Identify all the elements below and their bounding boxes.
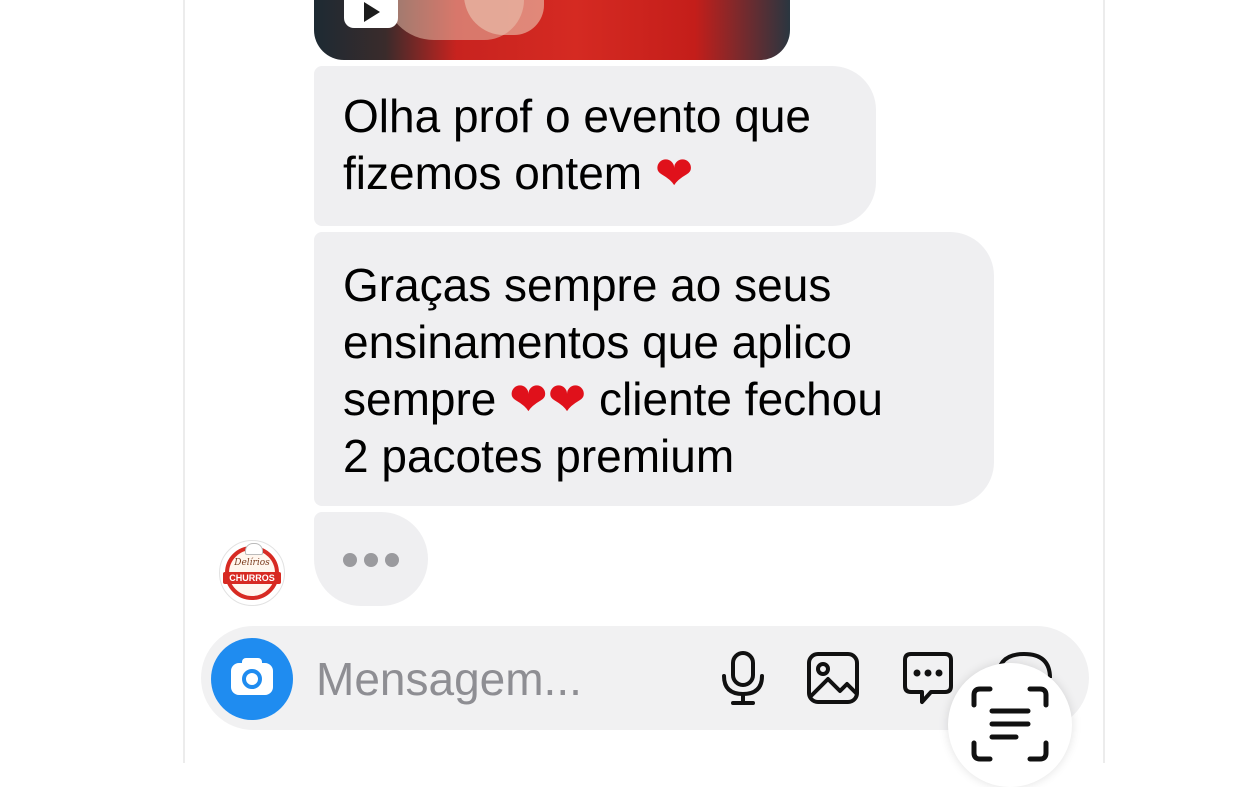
message-line: ensinamentos que aplico — [343, 316, 852, 368]
chef-hat-icon — [245, 543, 263, 555]
typing-indicator — [314, 512, 428, 606]
avatar-logo-banner: CHURROS — [223, 572, 281, 584]
camera-button[interactable] — [211, 638, 293, 720]
microphone-icon[interactable] — [718, 650, 768, 706]
message-input[interactable]: Mensagem... — [316, 650, 582, 708]
camera-lens-icon — [242, 669, 262, 689]
typing-dot — [343, 553, 357, 567]
message-bubble[interactable]: Graças sempre ao seus ensinamentos que a… — [314, 232, 994, 506]
gallery-icon[interactable] — [806, 651, 860, 705]
typing-dot — [364, 553, 378, 567]
message-line: cliente fechou — [586, 373, 883, 425]
avatar-logo-text: Delírios — [234, 558, 270, 568]
play-icon[interactable] — [344, 0, 398, 28]
heart-emoji: ❤ — [654, 147, 694, 199]
message-line: sempre — [343, 373, 510, 425]
heart-emoji: ❤ — [509, 373, 548, 425]
typing-dot — [385, 553, 399, 567]
text-scan-icon[interactable] — [970, 685, 1050, 763]
message-bubble[interactable]: Olha prof o evento que fizemos ontem ❤ — [314, 66, 876, 226]
message-line: Graças sempre ao seus — [343, 259, 832, 311]
message-line: 2 pacotes premium — [343, 430, 735, 482]
message-line: Olha prof o evento que — [343, 90, 811, 142]
video-message-thumbnail[interactable] — [314, 0, 790, 60]
avatar[interactable]: Delírios CHURROS — [219, 540, 285, 606]
message-line: fizemos ontem — [343, 147, 655, 199]
heart-emoji: ❤ — [547, 373, 587, 425]
sticker-icon[interactable] — [900, 650, 956, 706]
